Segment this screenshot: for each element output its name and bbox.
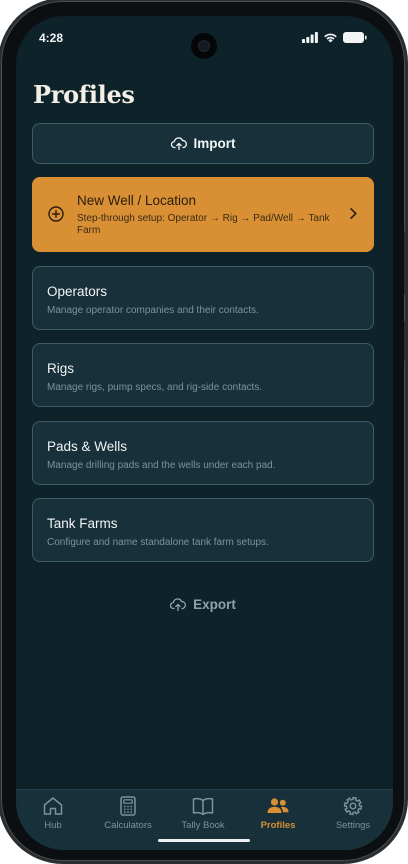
tab-settings-label: Settings bbox=[335, 820, 371, 831]
cloud-upload-icon bbox=[170, 597, 187, 611]
cellular-signal-icon bbox=[302, 32, 318, 43]
tab-settings[interactable]: Settings bbox=[318, 796, 388, 831]
operators-title: Operators bbox=[47, 284, 108, 299]
wifi-icon bbox=[324, 33, 337, 43]
rigs-title: Rigs bbox=[47, 361, 75, 376]
home-indicator[interactable] bbox=[158, 839, 250, 842]
volume-button bbox=[404, 231, 407, 295]
gear-icon bbox=[343, 796, 363, 816]
pads-wells-title: Pads & Wells bbox=[47, 439, 128, 454]
tab-profiles-label: Profiles bbox=[260, 820, 296, 831]
chevron-right-icon bbox=[350, 208, 357, 219]
cloud-upload-icon bbox=[170, 137, 187, 150]
battery-icon bbox=[343, 32, 367, 43]
rigs-subtitle: Manage rigs, pump specs, and rig-side co… bbox=[47, 382, 263, 393]
power-button bbox=[404, 321, 407, 361]
new-well-location-subtitle: Step-through setup: Operator → Rig → Pad… bbox=[77, 213, 330, 236]
pads-wells-card[interactable]: Pads & Wells Manage drilling pads and th… bbox=[32, 421, 374, 485]
book-icon bbox=[192, 797, 214, 816]
tab-calculators-label: Calculators bbox=[104, 820, 152, 831]
status-time: 4:28 bbox=[39, 31, 64, 45]
rigs-card[interactable]: Rigs Manage rigs, pump specs, and rig-si… bbox=[32, 343, 374, 407]
tab-tally-book-label: Tally Book bbox=[181, 820, 225, 831]
calculator-icon bbox=[120, 796, 136, 816]
import-label: Import bbox=[193, 136, 236, 151]
pads-wells-subtitle: Manage drilling pads and the wells under… bbox=[47, 460, 276, 471]
new-well-location-card[interactable]: New Well / Location Step-through setup: … bbox=[32, 177, 374, 252]
new-well-location-title: New Well / Location bbox=[77, 193, 197, 208]
operators-card[interactable]: Operators Manage operator companies and … bbox=[32, 266, 374, 330]
tank-farms-subtitle: Configure and name standalone tank farm … bbox=[47, 537, 269, 548]
tab-hub[interactable]: Hub bbox=[18, 796, 88, 831]
tab-tally-book[interactable]: Tally Book bbox=[168, 796, 238, 831]
tab-profiles[interactable]: Profiles bbox=[243, 796, 313, 831]
tab-hub-label: Hub bbox=[44, 820, 62, 831]
export-button[interactable]: Export bbox=[32, 592, 374, 616]
home-icon bbox=[43, 797, 63, 815]
tank-farms-card[interactable]: Tank Farms Configure and name standalone… bbox=[32, 498, 374, 562]
phone-frame: 4:28 Profiles Import New Well / Location… bbox=[1, 1, 407, 861]
front-camera bbox=[191, 33, 217, 59]
users-icon bbox=[267, 798, 289, 813]
status-icons bbox=[302, 32, 367, 43]
import-button[interactable]: Import bbox=[32, 123, 374, 164]
screen: 4:28 Profiles Import New Well / Location… bbox=[16, 16, 393, 850]
export-label: Export bbox=[193, 596, 236, 612]
tank-farms-title: Tank Farms bbox=[47, 516, 118, 531]
tab-calculators[interactable]: Calculators bbox=[93, 796, 163, 831]
operators-subtitle: Manage operator companies and their cont… bbox=[47, 305, 259, 316]
page-title: Profiles bbox=[33, 80, 135, 109]
plus-circle-icon bbox=[48, 206, 64, 222]
